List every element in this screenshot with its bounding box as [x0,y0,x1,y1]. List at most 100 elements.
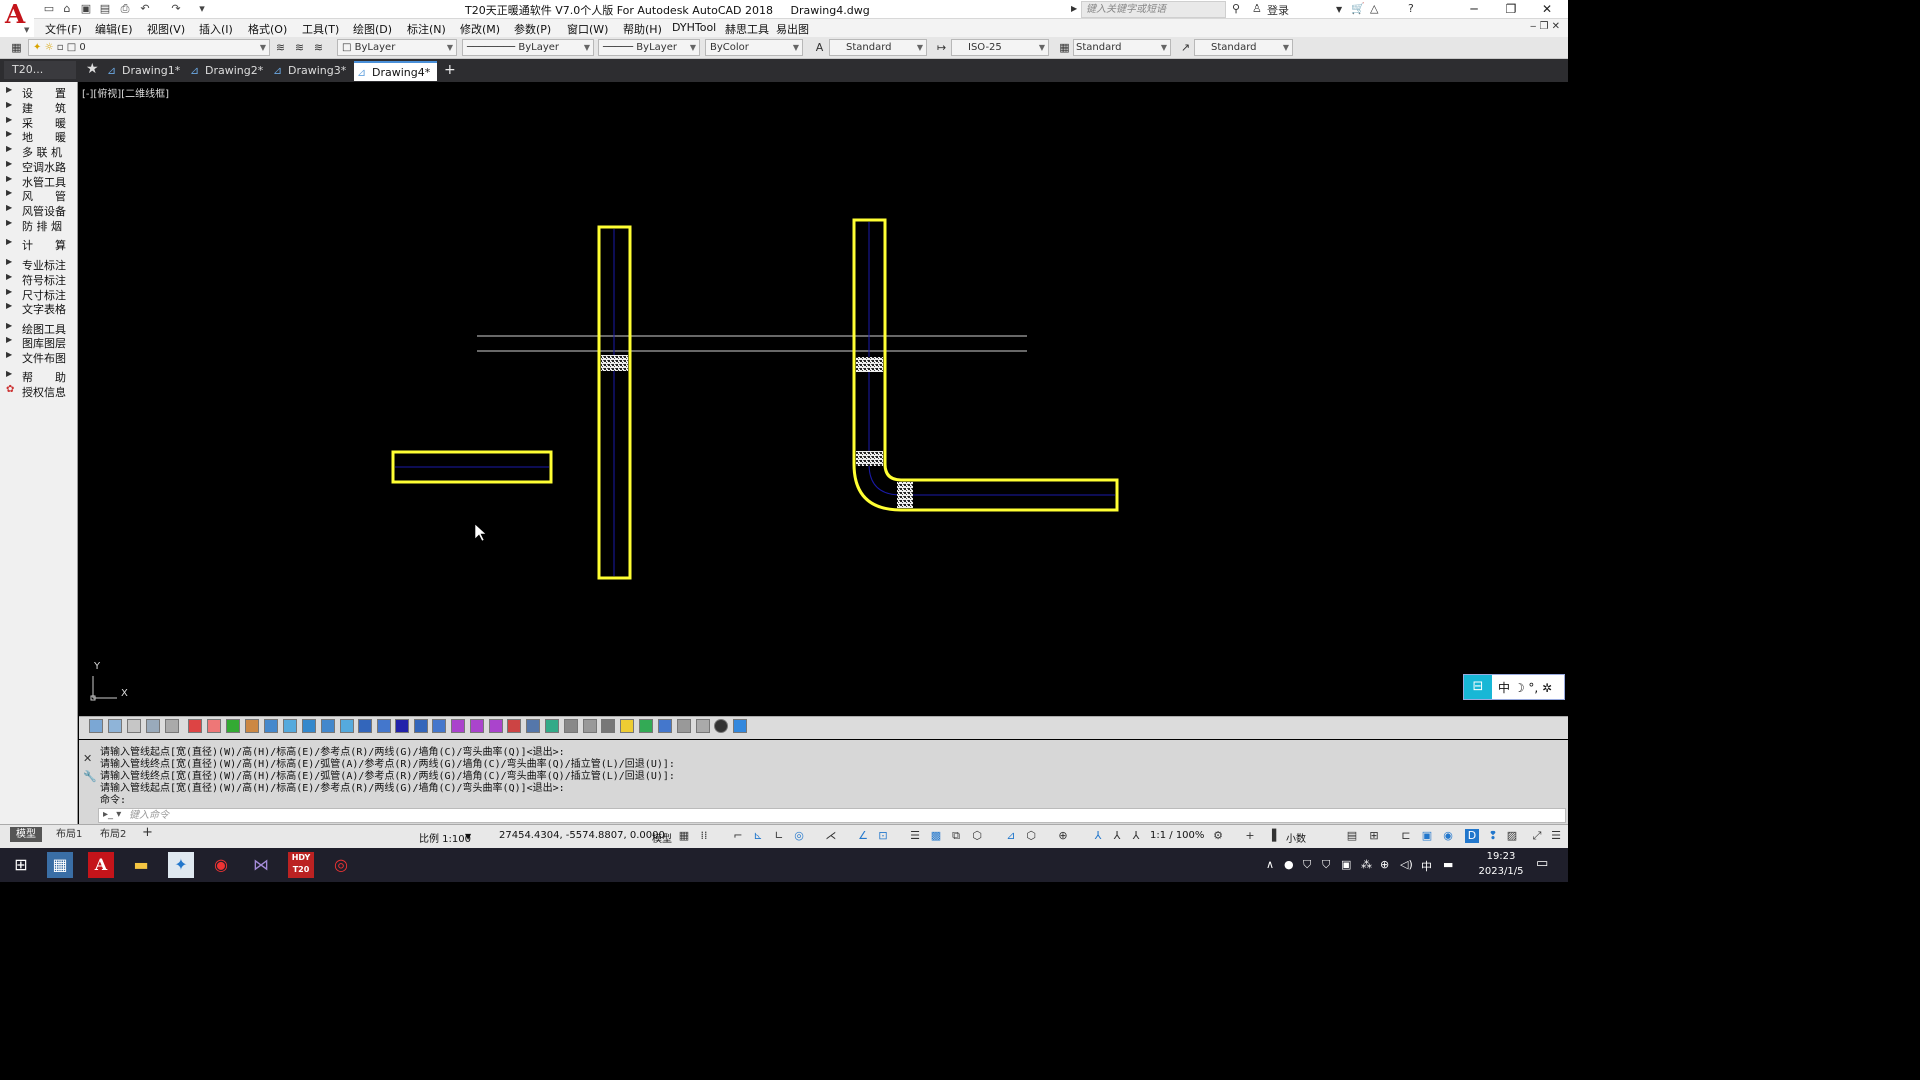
notification-icon[interactable]: ❢ [1486,829,1500,843]
tool-icon-35[interactable] [733,719,747,733]
tool-icon-2[interactable] [108,719,122,733]
new-tab-plus-icon[interactable]: + [444,62,456,78]
tool-icon-14[interactable] [340,719,354,733]
lineweight-icon[interactable]: ☰ [908,829,922,843]
tray-security-icon[interactable]: ⛉ [1322,858,1330,872]
menu-format[interactable]: 格式(O) [248,21,287,37]
tray-app-icon[interactable]: ▣ [1341,858,1351,871]
tool-icon-22[interactable] [489,719,503,733]
menu-insert[interactable]: 插入(I) [199,21,233,37]
palette-item-ac-water[interactable]: ▶ 空调水路 [6,159,76,174]
save-icon[interactable]: ▣ [79,2,93,16]
palette-item-pipe-tools[interactable]: ▶ 水管工具 [6,174,76,189]
grid-icon[interactable]: ▦ [677,829,691,843]
tray-sync-icon[interactable]: ⁂ [1361,858,1372,871]
tool-icon-32[interactable] [677,719,691,733]
dim-style-icon[interactable]: ↦ [934,40,949,55]
tool-icon-26[interactable] [564,719,578,733]
taskbar-visual-studio-icon[interactable]: ⋈ [248,852,274,878]
selection-cycling-icon[interactable]: ⧉ [949,829,963,843]
palette-item-dimension[interactable]: ▶ 尺寸标注 [6,287,76,302]
tool-icon-23[interactable] [507,719,521,733]
command-close-icon[interactable]: ✕ [83,752,92,765]
clean-screen-icon[interactable]: ◉ [1441,829,1455,843]
selection-filter-icon[interactable]: ⬡ [1024,829,1038,843]
layout-tab-model[interactable]: 模型 [10,827,42,842]
tool-icon-21[interactable] [470,719,484,733]
units-icon[interactable]: ▐ [1265,829,1279,843]
object-snap-tracking-icon[interactable]: ∠ [856,829,870,843]
tool-icon-4[interactable] [146,719,160,733]
save-as-icon[interactable]: ▤ [98,2,112,16]
tool-icon-24[interactable] [526,719,540,733]
palette-item-calculation[interactable]: ▶ 计 算 [6,237,76,252]
new-file-icon[interactable]: ▭ [42,2,56,16]
palette-item-draw-tools[interactable]: ▶ 绘图工具 [6,321,76,336]
tool-icon-10[interactable] [264,719,278,733]
clock-time[interactable]: 19:23 [1478,851,1524,862]
quick-properties-icon[interactable]: ▤ [1345,829,1359,843]
notification-center-icon[interactable]: ▭ [1536,856,1548,871]
isolate-objects-icon[interactable]: ⊏ [1399,829,1413,843]
linetype-select[interactable]: ──────── ByLayer ▼ [462,39,594,56]
tool-icon-20[interactable] [451,719,465,733]
text-style-select[interactable]: Standard ▼ [829,39,927,56]
lineweight-select[interactable]: ───── ByLayer ▼ [598,39,700,56]
tray-expand-icon[interactable]: ∧ [1266,858,1274,871]
coordinates-readout[interactable]: 27454.4304, -5574.8807, 0.0000 [499,830,665,841]
tray-network-icon[interactable]: ⊕ [1380,858,1389,871]
dim-style-select[interactable]: ISO-25 ▼ [951,39,1049,56]
gizmo-icon[interactable]: ⊕ [1056,829,1070,843]
palette-item-heating[interactable]: ▶ 采 暖 [6,115,76,130]
mleader-style-select[interactable]: Standard ▼ [1194,39,1293,56]
tray-volume-icon[interactable]: ◁) [1400,858,1413,871]
menu-file[interactable]: 文件(F) [45,21,82,37]
tab-drawing4[interactable]: ⊿ Drawing4* [354,61,437,81]
annotation-scale-dropdown[interactable]: 1:1 / 100% [1150,830,1204,841]
menu-dyhtool[interactable]: DYHTool [672,21,716,34]
annotation-monitor-icon[interactable]: + [1243,829,1257,843]
quick-access-dropdown-icon[interactable]: ▾ [195,2,209,16]
mleader-style-icon[interactable]: ↗ [1178,40,1193,55]
tool-icon-1[interactable] [89,719,103,733]
palette-item-file-layout[interactable]: ▶ 文件布图 [6,350,76,365]
3d-osnap-icon[interactable]: ⬡ [970,829,984,843]
menu-help[interactable]: 帮助(H) [623,21,662,37]
layer-states-icon[interactable]: ≋ [311,40,326,55]
command-prompt-icon[interactable]: ▸_ ▾ [103,809,121,820]
layout-tab-2[interactable]: 布局2 [94,827,132,842]
palette-item-professional-annotation[interactable]: ▶ 专业标注 [6,257,76,272]
tool-icon-30[interactable] [639,719,653,733]
taskbar-autocad-icon[interactable]: A [88,852,114,878]
autocad-logo-icon[interactable]: A ▼ [0,0,34,38]
wrench-icon[interactable]: 🔧 [83,770,97,783]
menu-edit[interactable]: 编辑(E) [95,21,133,37]
palette-item-settings[interactable]: ▶ 设 置 [6,85,76,100]
restore-button[interactable]: ❐ [1492,0,1530,19]
eye-icon[interactable] [714,719,728,733]
open-file-icon[interactable]: ⌂ [60,2,74,16]
infer-constraints-icon[interactable]: ⌐ [731,829,745,843]
taskbar-recorder-icon[interactable]: ◎ [328,852,354,878]
palette-item-help[interactable]: ▶ 帮 助 [6,369,76,384]
palette-item-architecture[interactable]: ▶ 建 筑 [6,100,76,115]
transparency-icon[interactable]: ▩ [929,829,943,843]
taskbar-file-explorer-icon[interactable]: ▬ [128,852,154,878]
lock-ui-icon[interactable]: ⊞ [1367,829,1381,843]
tab-drawing2[interactable]: ⊿ Drawing2* [187,61,271,81]
t20-panel-header[interactable]: T20... [4,61,76,79]
tool-icon-5[interactable] [165,719,179,733]
table-style-icon[interactable]: ▦ [1057,40,1072,55]
palette-item-floor-heating[interactable]: ▶ 地 暖 [6,129,76,144]
print-icon[interactable]: ⎙ [118,2,132,16]
tool-icon-25[interactable] [545,719,559,733]
tool-icon-15[interactable] [358,719,372,733]
dynamic-input-icon[interactable]: ⊾ [751,829,765,843]
plotstyle-select[interactable]: ByColor ▼ [705,39,803,56]
doc-window-controls[interactable]: ‒ ❐ ✕ [1530,21,1560,32]
windows-start-icon[interactable]: ⊞ [8,852,34,878]
menu-modify[interactable]: 修改(M) [460,21,500,37]
ime-toolbar[interactable]: ⊟ 中 ☽ °, ✲ [1463,674,1565,700]
table-style-select[interactable]: Standard ▼ [1073,39,1171,56]
menu-parametric[interactable]: 参数(P) [514,21,551,37]
